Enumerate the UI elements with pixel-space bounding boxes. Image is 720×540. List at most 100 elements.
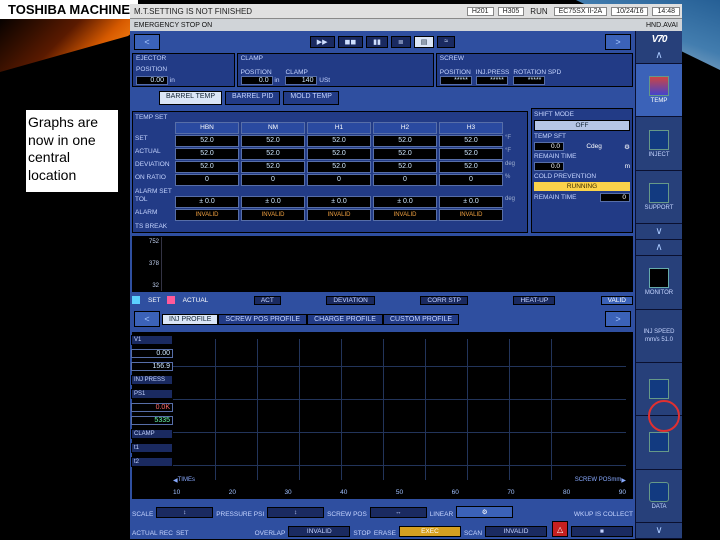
chip-h305[interactable]: H305 bbox=[498, 7, 525, 16]
zone-cell[interactable]: 52.0 bbox=[307, 135, 371, 147]
tab-barrel-temp[interactable]: BARREL TEMP bbox=[159, 91, 222, 105]
zone-cell[interactable]: ± 0.0 bbox=[307, 196, 371, 208]
side-gear-button[interactable] bbox=[636, 416, 682, 469]
scale-y-button[interactable]: ↕ bbox=[156, 507, 213, 518]
inj-press-value[interactable]: ***** bbox=[476, 76, 508, 85]
tempsft-value[interactable]: 0.0 bbox=[534, 142, 564, 151]
zone-cell[interactable]: ± 0.0 bbox=[373, 196, 437, 208]
clamp-pos-value[interactable]: 0.0 bbox=[241, 76, 273, 85]
screw-pos-value[interactable]: ***** bbox=[440, 76, 472, 85]
zone-cell[interactable]: INVALID bbox=[175, 209, 239, 221]
zone-head-3[interactable]: H2 bbox=[373, 122, 437, 134]
tab-mold-temp[interactable]: MOLD TEMP bbox=[283, 91, 339, 105]
zone-cell[interactable]: 52.0 bbox=[241, 148, 305, 160]
nav-next-button[interactable]: > bbox=[605, 34, 631, 50]
side-down-button[interactable]: ∨ bbox=[636, 224, 682, 240]
tab-barrel-pid[interactable]: BARREL PID bbox=[225, 91, 280, 105]
quick-tab-5[interactable]: ▤ bbox=[414, 36, 435, 48]
zone-cell[interactable]: 52.0 bbox=[439, 161, 503, 173]
running-value[interactable]: 0 bbox=[600, 193, 630, 202]
zone-cell[interactable]: INVALID bbox=[373, 209, 437, 221]
zone-cell[interactable]: 52.0 bbox=[175, 161, 239, 173]
chart-left-value[interactable]: 0.0K bbox=[131, 403, 173, 412]
zone-cell[interactable]: ± 0.0 bbox=[439, 196, 503, 208]
shift-off-button[interactable]: OFF bbox=[534, 120, 630, 131]
zone-head-4[interactable]: H3 bbox=[439, 122, 503, 134]
zone-cell[interactable]: ± 0.0 bbox=[241, 196, 305, 208]
rot-spd-value[interactable]: ***** bbox=[513, 76, 545, 85]
deviation-button[interactable]: DEVIATION bbox=[326, 296, 375, 305]
zone-cell[interactable]: 0 bbox=[307, 174, 371, 186]
profile-next-button[interactable]: > bbox=[605, 311, 631, 327]
side-graph-button[interactable] bbox=[636, 363, 682, 416]
zone-cell[interactable]: ± 0.0 bbox=[175, 196, 239, 208]
bottom-button-1[interactable]: ■ bbox=[571, 526, 633, 537]
chart-left-value[interactable]: 156.9 bbox=[131, 362, 173, 371]
side-up-button[interactable]: ∧ bbox=[636, 48, 682, 64]
side-inject-button[interactable]: INJECT bbox=[636, 117, 682, 170]
heatup-button[interactable]: HEAT-UP bbox=[513, 296, 555, 305]
zone-cell[interactable]: 0 bbox=[373, 174, 437, 186]
alarm-triangle-icon[interactable]: △ bbox=[552, 521, 568, 537]
side-data-button[interactable]: DATA bbox=[636, 470, 682, 523]
tab-inj-profile[interactable]: INJ PROFILE bbox=[162, 314, 218, 325]
settings-icon[interactable]: ⚙ bbox=[624, 143, 630, 151]
zone-cell[interactable]: INVALID bbox=[241, 209, 305, 221]
zone-cell[interactable]: 52.0 bbox=[439, 135, 503, 147]
zone-cell[interactable]: 0 bbox=[241, 174, 305, 186]
side-injspeed-button[interactable]: INJ SPEED mm/s 51.0 bbox=[636, 310, 682, 363]
nav-prev-button[interactable]: < bbox=[134, 34, 160, 50]
zone-cell[interactable]: 52.0 bbox=[373, 135, 437, 147]
side-temp-button[interactable]: TEMP bbox=[636, 64, 682, 117]
zone-cell[interactable]: 52.0 bbox=[439, 148, 503, 160]
zone-cell[interactable]: 52.0 bbox=[175, 135, 239, 147]
quick-tab-4[interactable]: ≣ bbox=[391, 36, 411, 48]
zone-cell[interactable]: 52.0 bbox=[241, 135, 305, 147]
zone-head-2[interactable]: H1 bbox=[307, 122, 371, 134]
chart-left-value[interactable]: 5335 bbox=[131, 416, 173, 425]
running-badge: RUNNING bbox=[534, 182, 630, 191]
clamp-force-value[interactable]: 140 bbox=[285, 76, 317, 85]
zone-head-1[interactable]: NM bbox=[241, 122, 305, 134]
side-nav: V70 ∧ TEMP INJECT SUPPORT ∨ ∧ MONITOR IN… bbox=[635, 31, 682, 539]
zone-cell[interactable]: 52.0 bbox=[307, 161, 371, 173]
quick-tab-2[interactable]: ◼◼ bbox=[338, 36, 364, 48]
chart-left-value[interactable]: 0.00 bbox=[131, 349, 173, 358]
linear-gear-button[interactable]: ⚙ bbox=[456, 506, 513, 518]
overlap-invalid-button[interactable]: INVALID bbox=[288, 526, 350, 537]
zone-cell[interactable]: 0 bbox=[175, 174, 239, 186]
act-button[interactable]: ACT bbox=[254, 296, 281, 305]
zone-cell[interactable]: 52.0 bbox=[307, 148, 371, 160]
quick-tab-3[interactable]: ▮▮ bbox=[366, 36, 388, 48]
side-up2-button[interactable]: ∧ bbox=[636, 240, 682, 256]
brand-label: TOSHIBA MACHINE bbox=[0, 0, 138, 19]
profile-prev-button[interactable]: < bbox=[134, 311, 160, 327]
side-support-button[interactable]: SUPPORT bbox=[636, 171, 682, 224]
ejector-value[interactable]: 0.00 bbox=[136, 76, 168, 85]
pressure-scale-button[interactable]: ↕ bbox=[267, 507, 324, 518]
scan-invalid-button[interactable]: INVALID bbox=[485, 526, 547, 537]
corr-button[interactable]: CORR STP bbox=[420, 296, 468, 305]
zone-cell[interactable]: 52.0 bbox=[241, 161, 305, 173]
tab-screwpos-profile[interactable]: SCREW POS PROFILE bbox=[218, 314, 307, 325]
zone-cell[interactable]: 0 bbox=[439, 174, 503, 186]
zone-cell[interactable]: 52.0 bbox=[373, 161, 437, 173]
zone-cell[interactable]: INVALID bbox=[439, 209, 503, 221]
zone-cell[interactable]: 52.0 bbox=[175, 148, 239, 160]
tab-custom-profile[interactable]: CUSTOM PROFILE bbox=[383, 314, 459, 325]
quick-tab-6[interactable]: ≈ bbox=[437, 36, 455, 48]
side-support-label: SUPPORT bbox=[645, 205, 674, 211]
tab-charge-profile[interactable]: CHARGE PROFILE bbox=[307, 314, 383, 325]
zone-head-0[interactable]: HBN bbox=[175, 122, 239, 134]
side-down2-button[interactable]: ∨ bbox=[636, 523, 682, 539]
screwpos-scale-button[interactable]: ↔ bbox=[370, 507, 427, 518]
exec-button[interactable]: EXEC bbox=[399, 526, 461, 537]
zone-cell[interactable]: 52.0 bbox=[373, 148, 437, 160]
side-monitor-button[interactable]: MONITOR bbox=[636, 256, 682, 309]
remain-value[interactable]: 0.0 bbox=[534, 162, 564, 171]
chip-h201[interactable]: H201 bbox=[467, 7, 494, 16]
zone-cell[interactable]: INVALID bbox=[307, 209, 371, 221]
quick-tab-1[interactable]: ▶▶ bbox=[310, 36, 335, 48]
mode-label: RUN bbox=[526, 7, 551, 16]
valid-button[interactable]: VALID bbox=[601, 296, 633, 305]
